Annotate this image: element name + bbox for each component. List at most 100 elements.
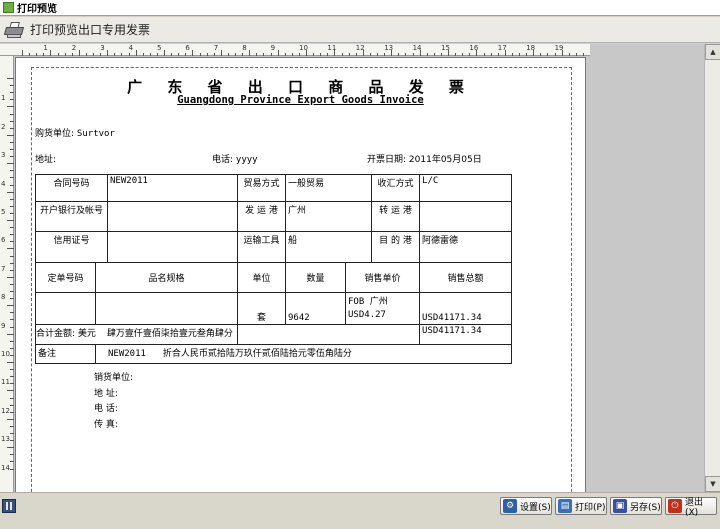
ruler-top-label: 7 [213, 44, 219, 52]
sum-spacer [237, 324, 421, 345]
print-icon: ▤ [558, 499, 572, 513]
view-toggle-icon[interactable] [2, 499, 16, 513]
remark-contract: NEW2011 [108, 349, 146, 359]
remark-content: NEW2011 折合人民币贰拾陆万玖仟贰佰陆拾元零伍角陆分 [94, 344, 513, 364]
print-button[interactable]: ▤ 打印(P) [555, 497, 607, 515]
scroll-up-icon[interactable]: ▲ [705, 44, 720, 60]
date-label: 开票日期: [367, 155, 407, 165]
unit-header: 单位 [237, 262, 287, 293]
trade-mode-label: 贸易方式 [237, 174, 287, 202]
port-value: 广州 [285, 201, 373, 232]
seller-fax-label: 传 真: [94, 419, 118, 430]
ruler-top-label: 8 [242, 44, 247, 52]
ruler-left-label: 2 [1, 122, 6, 131]
print-button-label: 打印(P) [575, 502, 606, 513]
ruler-top-label: 10 [299, 44, 308, 52]
sum-currency: 美元 [77, 329, 96, 339]
ruler-left-label: 12 [1, 406, 10, 415]
invoice-table: 合同号码 NEW2011 贸易方式 一般贸易 收汇方式 L/C 开户银行及帐号 … [34, 174, 513, 364]
port-label: 发 运 港 [237, 201, 287, 232]
price-term: FOB 广州 [345, 292, 421, 309]
ruler-top-label: 6 [185, 44, 190, 52]
remark-text: 折合人民币贰拾陆万玖仟贰佰陆拾元零伍角陆分 [162, 349, 352, 359]
seller-address-label: 地 址: [94, 388, 118, 399]
ruler-left-label: 13 [1, 435, 10, 444]
seller-label: 销货单位: [94, 373, 134, 383]
bank-value [107, 201, 239, 232]
preview-area[interactable]: 1 2 3 4 5 6 7 8 9 10 11 12 13 14 15 16 17 18 19 1234567891… [0, 44, 720, 492]
ruler-top-label: 13 [384, 44, 394, 52]
spec-cell [94, 292, 239, 325]
exit-button-label: 退出(X) [684, 497, 703, 518]
sum-words: 肆万壹仟壹佰柒拾壹元叁角肆分 [106, 329, 233, 339]
date-value: 2011年05月05日 [408, 155, 482, 165]
row-unit: 套 [237, 292, 287, 325]
ruler-top-label: 16 [469, 44, 479, 52]
order-no-cell [35, 292, 96, 325]
ruler-left-label: 6 [1, 236, 6, 245]
vertical-ruler: 1 2 3 4 5 6 7 8 9 10 11 12 13 14 [0, 56, 14, 492]
ruler-top-label: 15 [441, 44, 450, 52]
lc-label: 信用证号 [34, 231, 109, 263]
contract-no-label: 合同号码 [34, 174, 109, 202]
row-total: USD41171.34 [419, 292, 513, 325]
ruler-left-label: 10 [1, 350, 10, 358]
sum-label: 合计金额: [36, 329, 76, 339]
sum-row-words: 合计金额: 美元 肆万壹仟壹佰柒拾壹元叁角肆分 [34, 324, 239, 345]
setup-button[interactable]: ⚙ 设置(S) [500, 497, 552, 515]
setup-icon: ⚙ [503, 499, 517, 513]
bank-label: 开户银行及帐号 [34, 201, 109, 232]
phone-label: 电话: [212, 155, 234, 165]
setup-button-label: 设置(S) [520, 502, 551, 513]
preview-title: 打印预览出口专用发票 [30, 23, 151, 37]
transport-value: 船 [285, 231, 373, 263]
row-price: USD4.27 [345, 308, 421, 325]
save-as-icon: ▣ [613, 499, 627, 513]
buyer-label: 购货单位: [35, 129, 75, 139]
ruler-left-label: 5 [1, 208, 6, 216]
transit-label: 转 运 港 [371, 201, 421, 232]
ruler-left-label: 11 [1, 378, 10, 387]
dest-value: 阿德雷德 [419, 231, 513, 263]
ruler-top-label: 2 [71, 44, 77, 52]
address-label: 地址: [35, 155, 57, 165]
ruler-top-label: 18 [526, 44, 536, 52]
dest-label: 目 的 港 [371, 231, 421, 263]
phone-field: 电话: yyyy [212, 152, 258, 165]
remark-label: 备注 [35, 344, 96, 364]
contract-no-value: NEW2011 [107, 174, 239, 202]
payment-value: L/C [419, 174, 513, 202]
ruler-top-label: 14 [412, 44, 422, 52]
window-titlebar: 打印预览 [0, 0, 720, 16]
ruler-left-label: 3 [1, 151, 6, 160]
ruler-top-label: 11 [327, 44, 337, 52]
lc-value [107, 231, 239, 263]
ruler-top-label: 12 [355, 44, 365, 52]
ruler-top-label: 3 [100, 44, 105, 52]
print-page: 广 东 省 出 口 商 品 发 票 Guangdong Province Exp… [15, 57, 586, 492]
qty-header: 数量 [285, 262, 347, 293]
unit-price-header: 销售单价 [345, 262, 421, 293]
ruler-top-label: 17 [497, 44, 507, 52]
ruler-top-label: 19 [554, 44, 564, 52]
address-field: 地址: [35, 152, 56, 165]
printer-icon [3, 21, 25, 39]
payment-label: 收汇方式 [371, 174, 421, 202]
exit-icon: ⏻ [668, 499, 682, 513]
seller-info: 销货单位: 地 址: 电 话: 传 真: [94, 370, 133, 432]
exit-button[interactable]: ⏻ 退出(X) [665, 497, 717, 518]
ruler-top-label: 9 [270, 44, 276, 52]
sum-value: USD41171.34 [419, 324, 513, 345]
total-header: 销售总额 [419, 262, 513, 293]
invoice-subtitle: Guangdong Province Export Goods Invoice [177, 94, 424, 106]
scroll-down-icon[interactable]: ▼ [705, 476, 720, 492]
phone-value: yyyy [235, 155, 258, 165]
save-as-button[interactable]: ▣ 另存(S) [610, 497, 662, 515]
date-field: 开票日期: 2011年05月05日 [367, 152, 482, 165]
app-icon [3, 2, 14, 13]
vertical-scrollbar[interactable]: ▲ ▼ [704, 44, 720, 492]
window-title: 打印预览 [17, 4, 57, 15]
ruler-top-label: 1 [43, 44, 48, 52]
ruler-left-label: 1 [1, 94, 6, 103]
ruler-left-label: 8 [1, 293, 6, 302]
